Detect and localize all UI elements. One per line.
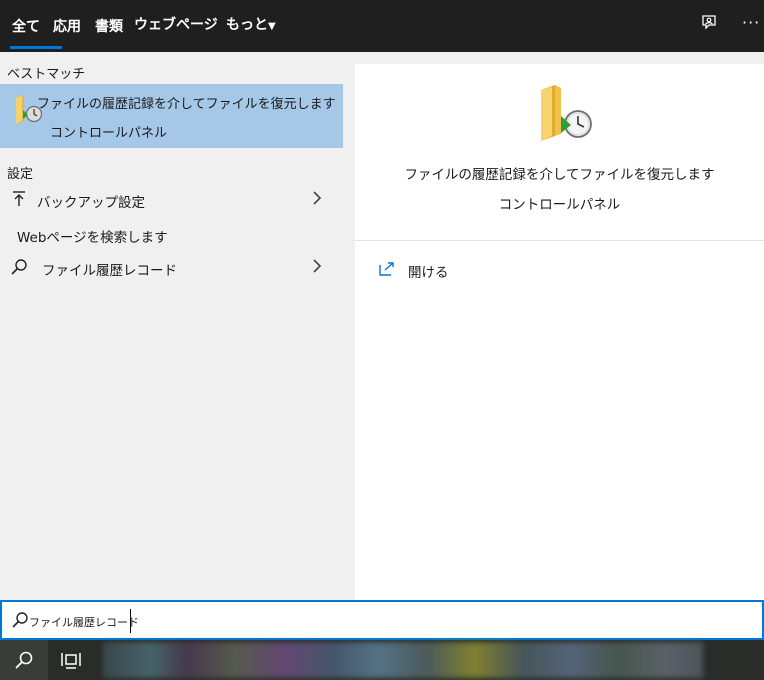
taskbar-search-button[interactable]	[0, 640, 48, 680]
web-search-heading: Webページを検索します	[17, 230, 168, 246]
tab-all[interactable]: 全て	[12, 16, 40, 36]
chevron-right-icon[interactable]	[311, 258, 323, 274]
text-caret	[130, 609, 131, 633]
search-input[interactable]: ファイル履歴レコード	[29, 614, 139, 630]
tab-web[interactable]: ウェブページ	[134, 14, 218, 34]
preview-subtitle: コントロールパネル	[498, 197, 621, 213]
search-icon	[14, 650, 34, 670]
open-icon	[379, 261, 395, 277]
settings-item-label: バックアップ設定	[37, 195, 145, 211]
taskbar	[0, 640, 764, 680]
web-item-label: ファイル履歴レコード	[42, 263, 177, 279]
divider	[355, 240, 764, 241]
file-history-folder-icon	[539, 84, 599, 148]
backup-arrow-icon	[10, 190, 28, 208]
settings-heading: 設定	[7, 167, 34, 182]
best-match-heading: ベストマッチ	[7, 67, 86, 82]
search-icon	[11, 611, 29, 629]
settings-item-backup[interactable]: バックアップ設定	[0, 184, 343, 214]
web-item-file-history-record[interactable]: ファイル履歴レコード	[0, 252, 343, 282]
preview-title: ファイルの履歴記録を介してファイルを復元します	[404, 167, 715, 183]
best-match-subtitle: コントロールパネル	[50, 126, 168, 141]
search-box[interactable]: ファイル履歴レコード	[0, 600, 764, 640]
chevron-right-icon[interactable]	[311, 190, 323, 206]
tab-more-label: もっと	[226, 17, 268, 33]
active-tab-indicator	[10, 46, 62, 49]
tab-apps[interactable]: 応用	[53, 16, 81, 36]
chevron-down-icon: ▼	[268, 21, 276, 32]
results-pane: ベストマッチ ファイルの履歴記録を介してファイルを復元します コントロールパネル…	[0, 52, 343, 600]
preview-pane: ファイルの履歴記録を介してファイルを復元します コントロールパネル 開ける	[355, 64, 764, 600]
search-icon	[10, 258, 28, 276]
taskbar-pinned-apps[interactable]	[103, 642, 703, 678]
task-view-icon[interactable]	[61, 650, 81, 670]
open-action[interactable]: 開ける	[355, 256, 764, 284]
tab-documents[interactable]: 書類	[95, 16, 123, 36]
search-header: 全て 応用 書類 ウェブページ もっと▼ ···	[0, 0, 764, 52]
tab-more[interactable]: もっと▼	[226, 14, 276, 34]
best-match-title: ファイルの履歴記録を介してファイルを復元します	[37, 97, 336, 112]
more-options-icon[interactable]: ···	[742, 13, 760, 33]
feedback-icon[interactable]	[700, 14, 718, 37]
open-action-label: 開ける	[408, 265, 449, 281]
best-match-item[interactable]: ファイルの履歴記録を介してファイルを復元します コントロールパネル	[0, 84, 343, 148]
